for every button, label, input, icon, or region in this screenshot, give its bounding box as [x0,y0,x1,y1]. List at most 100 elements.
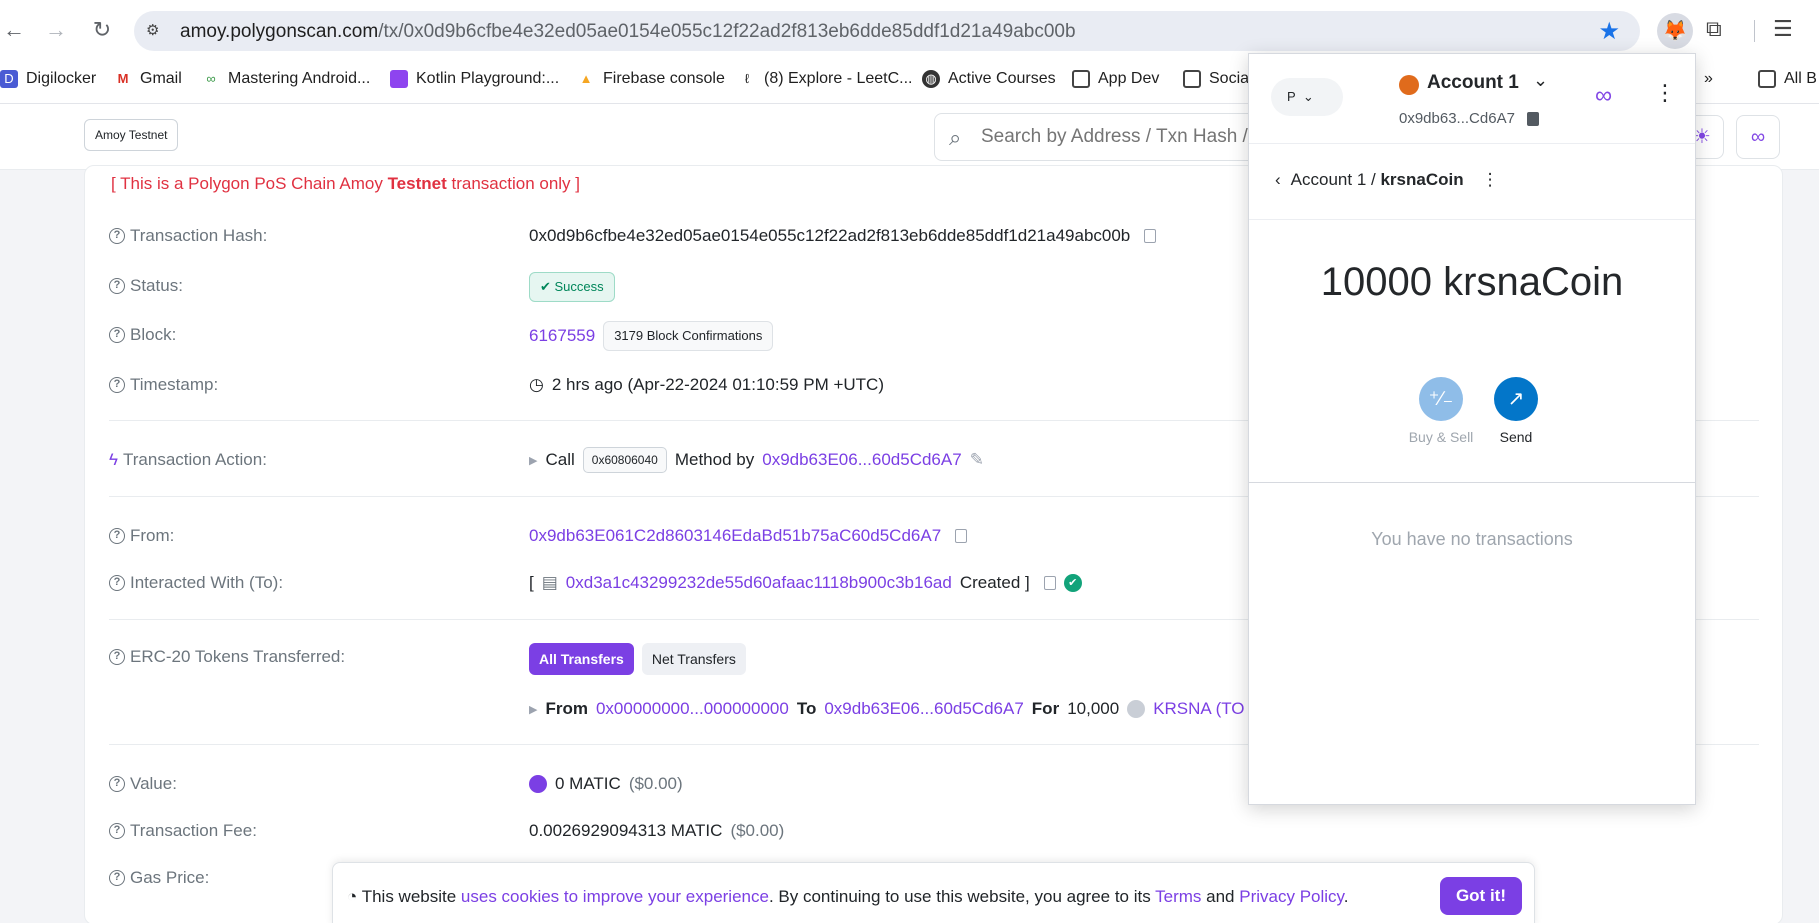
token-icon [1127,700,1146,718]
url-text[interactable]: amoy.polygonscan.com/tx/0x0d9b6cfbe4e32e… [180,21,1076,43]
buy-sell-button[interactable]: ⁺∕₋ Buy & Sell [1401,377,1481,445]
network-badge[interactable]: Amoy Testnet [84,119,179,151]
token-breadcrumb: ‹ Account 1 / krsnaCoin ⋮ [1275,170,1499,190]
address-bar[interactable]: ⚙ amoy.polygonscan.com/tx/0x0d9b6cfbe4e3… [134,11,1640,51]
bookmark-app-dev[interactable]: App Dev [1072,70,1159,88]
clock-icon: ◷ [529,375,544,394]
verified-check-icon: ✔ [1063,574,1082,592]
help-icon[interactable]: ? [109,870,125,886]
copy-icon[interactable] [1144,229,1157,243]
divider [1249,482,1695,483]
testnet-note: [ This is a Polygon PoS Chain Amoy Testn… [111,174,581,193]
block-value: 6167559 3179 Block Confirmations [529,321,774,351]
fee-label: ? Transaction Fee: [109,821,257,841]
help-icon[interactable]: ? [109,649,125,665]
back-chevron-icon[interactable]: ‹ [1275,170,1281,190]
timestamp-label: ? Timestamp: [109,375,218,395]
privacy-policy-link[interactable]: Privacy Policy [1239,887,1344,906]
copy-icon[interactable] [1043,576,1056,590]
leetcode-icon: ℓ [744,71,750,86]
terms-link[interactable]: Terms [1155,887,1201,906]
extensions-puzzle-icon[interactable]: ⧉ [1706,16,1734,44]
browser-toolbar: ← → ↻ ⚙ amoy.polygonscan.com/tx/0x0d9b6c… [0,0,1819,60]
send-arrow-icon: ↗ [1494,377,1538,421]
kebab-menu-icon[interactable]: ⋮ [1654,80,1676,106]
from-address-link[interactable]: 0x9db63E061C2d8603146EdaBd51b75aC60d5Cd6… [529,526,941,546]
hash-label: ? Transaction Hash: [109,226,267,246]
help-icon[interactable]: ? [109,278,125,294]
bookmark-kotlin[interactable]: Kotlin Playground:... [390,70,559,88]
method-box: 0x60806040 [582,447,667,473]
cookie-policy-link[interactable]: uses cookies to improve your experience [461,887,769,906]
lightning-icon: ϟ [109,450,118,469]
search-icon: ⌕ [949,125,962,150]
gas-label: ? Gas Price: [109,868,209,888]
gmail-icon: M [117,71,129,86]
digilocker-icon: D [0,70,18,88]
reload-icon[interactable]: ↻ [88,16,116,44]
value-value: 0 MATIC ($0.00) [529,774,683,794]
bookmark-overflow[interactable]: » [1704,70,1713,88]
folder-icon [1183,70,1201,88]
tab-net-transfers[interactable]: Net Transfers [641,643,746,675]
confirmations-badge: 3179 Block Confirmations [603,321,774,351]
block-label: ? Block: [109,325,176,345]
account-address[interactable]: 0x9db63...Cd6A7 [1399,110,1515,127]
help-icon[interactable]: ? [109,823,125,839]
polygon-logo-icon[interactable]: ∞ [1736,115,1780,159]
contract-file-icon: ▤ [541,573,558,592]
bookmark-gmail[interactable]: M Gmail [114,70,182,88]
bookmark-digilocker[interactable]: D Digilocker [0,70,96,88]
caret-right-icon[interactable]: ▶ [529,703,537,716]
metamask-extension-icon[interactable]: 🦊 [1657,13,1693,49]
erc20-label: ? ERC-20 Tokens Transferred: [109,647,345,667]
reading-list-icon[interactable]: ☰ [1773,16,1793,42]
bookmark-android[interactable]: ∞ Mastering Android... [202,70,370,88]
help-icon[interactable]: ? [109,327,125,343]
token-balance: 10000 krsnaCoin [1320,260,1624,304]
value-label: ? Value: [109,774,177,794]
back-icon[interactable]: ← [0,16,28,44]
chevron-down-icon[interactable]: ⌄ [1533,70,1548,91]
copy-icon[interactable] [1527,112,1539,126]
kotlin-icon [390,70,408,88]
forward-icon[interactable]: → [42,16,70,44]
status-value: ✔ Success [529,272,615,302]
firebase-icon: ▲ [579,71,593,86]
cookie-accept-button[interactable]: Got it! [1439,877,1522,915]
help-icon[interactable]: ? [109,776,125,792]
bookmark-firebase[interactable]: ▲ Firebase console [577,70,725,88]
bookmark-all-b[interactable]: All B [1758,70,1817,88]
token-link[interactable]: KRSNA (TO [1153,699,1244,719]
edit-pencil-icon[interactable]: ✎ [970,450,984,470]
site-info-icon[interactable]: ⚙ [146,21,166,41]
help-icon[interactable]: ? [109,575,125,591]
status-badge: ✔ Success [529,272,615,302]
from-value: 0x9db63E061C2d8603146EdaBd51b75aC60d5Cd6… [529,526,968,546]
kebab-menu-icon[interactable]: ⋮ [1482,170,1499,190]
connected-site-icon[interactable]: ∞ [1595,82,1612,110]
bookmark-star-icon[interactable]: ★ [1598,17,1620,46]
status-label: ? Status: [109,276,183,296]
to-address-link[interactable]: 0xd3a1c43299232de55d60afaac1118b900c3b16… [566,573,952,593]
account-avatar [1399,75,1419,95]
copy-icon[interactable] [955,529,968,543]
transfer-from-link[interactable]: 0x00000000...000000000 [596,699,789,719]
send-button[interactable]: ↗ Send [1476,377,1556,445]
divider [1249,219,1695,220]
transfer-to-link[interactable]: 0x9db63E06...60d5Cd6A7 [824,699,1023,719]
help-icon[interactable]: ? [109,228,125,244]
block-link[interactable]: 6167559 [529,326,595,346]
network-picker[interactable]: P ⌄ [1271,78,1343,116]
help-icon[interactable]: ? [109,528,125,544]
to-value: [▤ 0xd3a1c43299232de55d60afaac1118b900c3b… [529,573,1082,593]
account-name[interactable]: Account 1 [1427,72,1519,94]
bookmark-active-courses[interactable]: ◍ Active Courses [922,70,1056,88]
caret-right-icon[interactable]: ▶ [529,454,537,467]
help-icon[interactable]: ? [109,377,125,393]
tab-all-transfers[interactable]: All Transfers [529,643,634,675]
empty-transactions: You have no transactions [1371,529,1573,549]
bookmark-leetcode[interactable]: ℓ (8) Explore - LeetC... [738,70,913,88]
bookmark-socia[interactable]: Socia [1183,70,1249,88]
action-address-link[interactable]: 0x9db63E06...60d5Cd6A7 [762,450,961,470]
